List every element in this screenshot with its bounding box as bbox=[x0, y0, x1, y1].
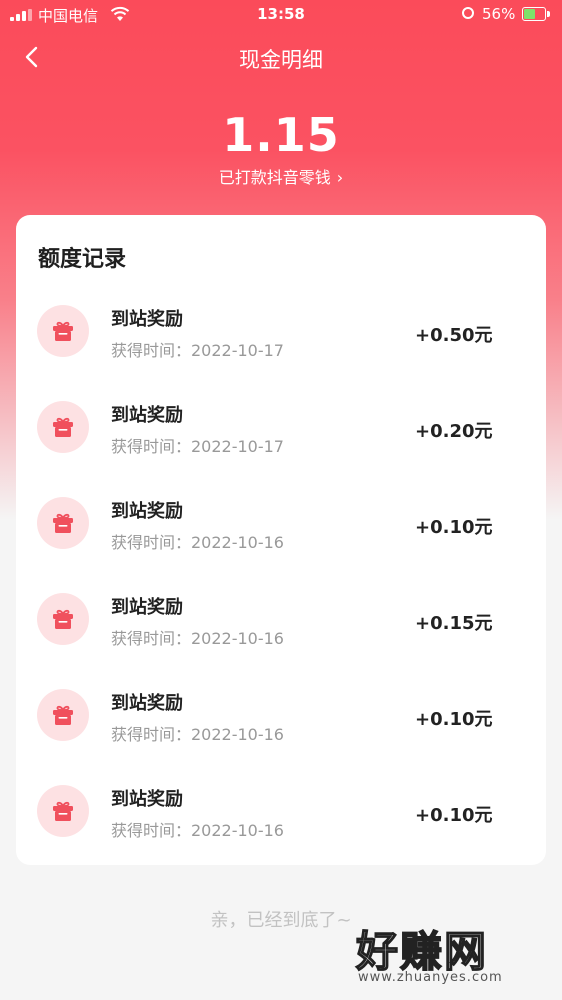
page-title: 现金明细 bbox=[239, 48, 323, 72]
record-time: 获得时间：2022-10-16 bbox=[111, 629, 284, 648]
record-time: 获得时间：2022-10-17 bbox=[111, 341, 284, 360]
status-bar: 中国电信 13:58 56% bbox=[0, 0, 562, 30]
record-name: 到站奖励 bbox=[111, 309, 183, 330]
gift-icon bbox=[37, 401, 89, 453]
record-amount: +0.10元 bbox=[415, 517, 493, 538]
record-name: 到站奖励 bbox=[111, 597, 183, 618]
record-amount: +0.10元 bbox=[415, 805, 493, 826]
card-title: 额度记录 bbox=[38, 247, 127, 272]
record-amount: +0.50元 bbox=[415, 325, 493, 346]
chevron-right-icon: › bbox=[336, 168, 344, 187]
record-amount: +0.15元 bbox=[415, 613, 493, 634]
gift-icon bbox=[37, 689, 89, 741]
navigation-bar: 现金明细 bbox=[0, 30, 562, 85]
records-list: 到站奖励 获得时间：2022-10-17 +0.50元 到站奖励 获得时间：20… bbox=[16, 285, 546, 861]
record-row: 到站奖励 获得时间：2022-10-16 +0.15元 bbox=[16, 573, 546, 669]
clock: 13:58 bbox=[257, 5, 305, 23]
record-time: 获得时间：2022-10-16 bbox=[111, 533, 284, 552]
record-time: 获得时间：2022-10-16 bbox=[111, 725, 284, 744]
record-amount: +0.10元 bbox=[415, 709, 493, 730]
record-name: 到站奖励 bbox=[111, 693, 183, 714]
gift-icon bbox=[37, 593, 89, 645]
record-row: 到站奖励 获得时间：2022-10-17 +0.20元 bbox=[16, 381, 546, 477]
total-amount: 1.15 bbox=[222, 108, 340, 162]
record-time: 获得时间：2022-10-17 bbox=[111, 437, 284, 456]
record-row: 到站奖励 获得时间：2022-10-16 +0.10元 bbox=[16, 477, 546, 573]
watermark-url: www.zhuanyes.com bbox=[358, 970, 503, 985]
battery-icon bbox=[522, 7, 550, 21]
gift-icon bbox=[37, 497, 89, 549]
record-row: 到站奖励 获得时间：2022-10-16 +0.10元 bbox=[16, 669, 546, 765]
record-name: 到站奖励 bbox=[111, 789, 183, 810]
record-name: 到站奖励 bbox=[111, 405, 183, 426]
battery-percent: 56% bbox=[482, 5, 516, 23]
watermark-logo: 好赚网 www.zhuanyes.com bbox=[355, 918, 556, 990]
record-row: 到站奖励 获得时间：2022-10-16 +0.10元 bbox=[16, 765, 546, 861]
gift-icon bbox=[37, 305, 89, 357]
record-row: 到站奖励 获得时间：2022-10-17 +0.50元 bbox=[16, 285, 546, 381]
gift-icon bbox=[37, 785, 89, 837]
record-time: 获得时间：2022-10-16 bbox=[111, 821, 284, 840]
record-amount: +0.20元 bbox=[415, 421, 493, 442]
payout-label: 已打款抖音零钱 bbox=[218, 168, 331, 187]
payout-link[interactable]: 已打款抖音零钱 › bbox=[0, 164, 562, 188]
rotation-lock-icon bbox=[462, 7, 474, 19]
records-card: 额度记录 到站奖励 获得时间：2022-10-17 +0.50元 到站奖励 获得… bbox=[16, 215, 546, 865]
record-name: 到站奖励 bbox=[111, 501, 183, 522]
